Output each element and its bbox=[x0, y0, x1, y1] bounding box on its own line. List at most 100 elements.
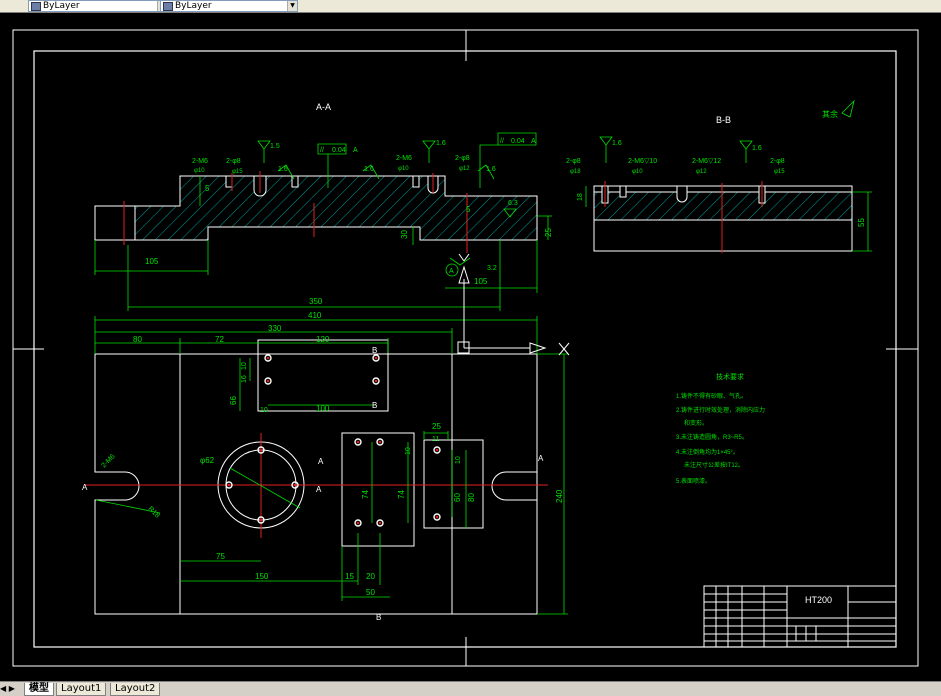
svg-text:80: 80 bbox=[133, 335, 142, 344]
svg-text:2-M6▽12: 2-M6▽12 bbox=[692, 158, 721, 165]
svg-text:1.铸件不得有砂眼、气孔。: 1.铸件不得有砂眼、气孔。 bbox=[676, 392, 747, 400]
svg-text://: // bbox=[500, 138, 504, 145]
svg-text:10: 10 bbox=[405, 447, 412, 455]
title-block bbox=[703, 585, 897, 648]
svg-text:75: 75 bbox=[216, 552, 225, 561]
svg-text:5.表面喷漆。: 5.表面喷漆。 bbox=[676, 477, 711, 485]
svg-text:60: 60 bbox=[453, 493, 462, 502]
tab-layout2[interactable]: Layout2 bbox=[110, 683, 161, 696]
svg-text:25: 25 bbox=[432, 422, 441, 431]
svg-text:2-φ8: 2-φ8 bbox=[455, 155, 470, 162]
svg-text:10: 10 bbox=[455, 456, 462, 464]
svg-text:3.未注铸造圆角，R3~R5。: 3.未注铸造圆角，R3~R5。 bbox=[676, 433, 748, 441]
svg-text:1.6: 1.6 bbox=[486, 166, 496, 173]
svg-text:6.3: 6.3 bbox=[508, 200, 518, 207]
svg-text:11: 11 bbox=[432, 436, 439, 443]
tolerance-text: 0.04 bbox=[511, 138, 525, 145]
svg-text://: // bbox=[320, 147, 324, 154]
svg-text:1.5: 1.5 bbox=[270, 143, 280, 150]
hole-callout: 2-M6 bbox=[396, 155, 412, 162]
section-bb-title: B-B bbox=[716, 115, 731, 125]
layout-tab-bar: ◀ ▶ 模型 Layout1 Layout2 bbox=[0, 681, 941, 696]
svg-text:74: 74 bbox=[361, 490, 370, 499]
svg-text:2-M6▽10: 2-M6▽10 bbox=[628, 158, 657, 165]
technical-requirements: 技术要求 1.铸件不得有砂眼、气孔。 2.铸件进行时效处理，消除内应力 和变形。… bbox=[676, 372, 765, 485]
linetype-dropdown[interactable]: ByLayer ▼ bbox=[160, 0, 298, 12]
plan-view: 410 330 80 72 120 66 16 10 10 100 φ62 75… bbox=[82, 311, 568, 622]
material-label: HT200 bbox=[805, 595, 832, 605]
svg-text:φ15: φ15 bbox=[232, 169, 243, 175]
svg-text:2-φ8: 2-φ8 bbox=[566, 158, 581, 165]
svg-text:330: 330 bbox=[268, 324, 282, 333]
svg-text:50: 50 bbox=[366, 588, 375, 597]
sheet-inner-border bbox=[33, 50, 897, 648]
svg-text:4.未注倒角均为1×45°。: 4.未注倒角均为1×45°。 bbox=[676, 448, 739, 456]
dim-text: 105 bbox=[474, 277, 488, 286]
svg-text:A: A bbox=[538, 454, 544, 463]
section-bb-view: B-B 55 18 2-φ8 φ18 2-M6▽10 φ10 2-M6▽12 φ… bbox=[566, 99, 872, 253]
svg-text:55: 55 bbox=[857, 218, 866, 227]
svg-text:1.6: 1.6 bbox=[752, 145, 762, 152]
svg-text:φ18: φ18 bbox=[570, 169, 581, 175]
svg-text:φ10: φ10 bbox=[632, 169, 643, 175]
linetype-icon bbox=[163, 2, 173, 11]
svg-text:B: B bbox=[372, 346, 377, 355]
svg-text:φ12: φ12 bbox=[459, 166, 470, 172]
svg-text:φ10: φ10 bbox=[398, 166, 409, 172]
autocad-window: ByLayer ▼ ByLayer ▼ bbox=[0, 0, 941, 696]
dim-text: 350 bbox=[309, 297, 323, 306]
tech-title: 技术要求 bbox=[716, 372, 744, 381]
svg-text:A: A bbox=[353, 147, 358, 154]
svg-text:2-φ8: 2-φ8 bbox=[770, 158, 785, 165]
svg-text:66: 66 bbox=[229, 396, 238, 405]
datum-label: A bbox=[449, 268, 454, 275]
layer-value: ByLayer bbox=[43, 1, 80, 11]
svg-text:φ12: φ12 bbox=[696, 169, 707, 175]
svg-text:15: 15 bbox=[345, 572, 354, 581]
svg-text:B: B bbox=[372, 401, 377, 410]
svg-text:3.2: 3.2 bbox=[487, 265, 497, 272]
dim-text: 30 bbox=[400, 230, 409, 239]
properties-toolbar: ByLayer ▼ ByLayer ▼ bbox=[0, 0, 941, 13]
svg-text:2-M6: 2-M6 bbox=[100, 453, 116, 469]
section-aa-title: A-A bbox=[316, 102, 331, 112]
diameter-label: φ62 bbox=[200, 456, 215, 465]
svg-text:10: 10 bbox=[260, 407, 268, 414]
svg-text:120: 120 bbox=[316, 335, 330, 344]
svg-text:1.6: 1.6 bbox=[436, 140, 446, 147]
ucs-icon bbox=[457, 253, 570, 356]
svg-text:A: A bbox=[318, 457, 324, 466]
drawing-canvas[interactable]: A-A 105 350 105 30 25 5 5 // 0.04 A // 0… bbox=[0, 13, 941, 681]
dim-text: 5 bbox=[466, 205, 471, 214]
svg-text:2-φ8: 2-φ8 bbox=[226, 158, 241, 165]
svg-text:1.6: 1.6 bbox=[278, 166, 288, 173]
svg-text:φ10: φ10 bbox=[194, 168, 205, 174]
svg-text:A: A bbox=[316, 485, 322, 494]
svg-text:φ15: φ15 bbox=[774, 169, 785, 175]
svg-text:18: 18 bbox=[577, 193, 584, 201]
svg-text:100: 100 bbox=[316, 404, 330, 413]
svg-text:150: 150 bbox=[255, 572, 269, 581]
linetype-value: ByLayer bbox=[175, 1, 212, 11]
svg-text:240: 240 bbox=[555, 489, 564, 503]
svg-text:未注尺寸公差按IT12。: 未注尺寸公差按IT12。 bbox=[684, 461, 744, 469]
dim-text: 105 bbox=[145, 257, 159, 266]
svg-text:80: 80 bbox=[467, 493, 476, 502]
svg-text:R18: R18 bbox=[147, 505, 161, 519]
tab-model[interactable]: 模型 bbox=[24, 683, 54, 696]
tolerance-text: 0.04 bbox=[332, 147, 346, 154]
svg-text:410: 410 bbox=[308, 311, 322, 320]
hole-callout: 2-M6 bbox=[192, 158, 208, 165]
svg-text:16: 16 bbox=[241, 375, 248, 383]
svg-text:A: A bbox=[531, 138, 536, 145]
svg-text:和变形。: 和变形。 bbox=[684, 419, 708, 427]
tab-layout1[interactable]: Layout1 bbox=[56, 683, 107, 696]
chevron-down-icon[interactable]: ▼ bbox=[287, 1, 297, 11]
layer-dropdown[interactable]: ByLayer ▼ bbox=[28, 0, 168, 12]
tab-nav-arrows[interactable]: ◀ ▶ bbox=[0, 683, 24, 695]
svg-text:20: 20 bbox=[366, 572, 375, 581]
svg-text:2.铸件进行时效处理，消除内应力: 2.铸件进行时效处理，消除内应力 bbox=[676, 406, 765, 414]
dim-text: 25 bbox=[544, 228, 553, 237]
section-aa-view: A-A 105 350 105 30 25 5 5 // 0.04 A // 0… bbox=[94, 102, 553, 311]
dim-text: 5 bbox=[205, 184, 210, 193]
